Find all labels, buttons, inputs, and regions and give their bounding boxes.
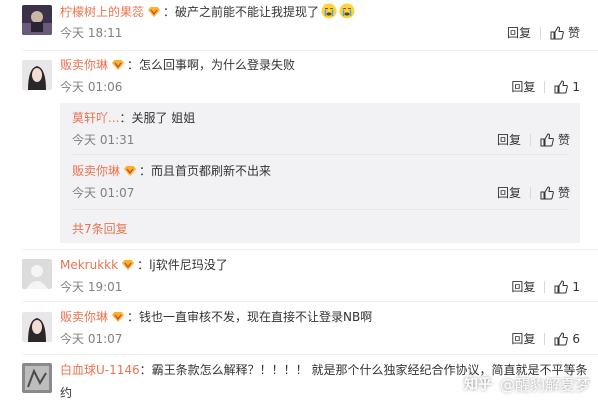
divider xyxy=(22,50,598,51)
like-count: 6 xyxy=(572,332,580,346)
reply-time: 今天 01:07 xyxy=(72,186,135,200)
reply-button[interactable]: 回复 xyxy=(497,185,521,201)
username-link[interactable]: 贩卖你琳 xyxy=(60,310,108,324)
vip-badge-icon xyxy=(111,311,125,323)
reply-button[interactable]: 回复 xyxy=(511,331,535,347)
like-label: 赞 xyxy=(557,186,570,200)
like-button[interactable]: 赞 xyxy=(540,185,570,201)
like-button[interactable]: 6 xyxy=(554,331,580,347)
comment-text-continued: 约 xyxy=(60,386,73,400)
crying-face-emoji-icon xyxy=(321,3,337,19)
reply-time: 今天 01:31 xyxy=(72,133,135,147)
crying-face-emoji-icon xyxy=(339,3,355,19)
divider xyxy=(72,209,568,210)
watermark-text: @醒豹解夏梦 xyxy=(499,375,590,394)
divider xyxy=(529,134,531,146)
like-button[interactable]: 赞 xyxy=(540,132,570,148)
avatar[interactable] xyxy=(22,60,52,90)
vip-badge-icon xyxy=(111,59,125,71)
like-count: 1 xyxy=(572,80,580,94)
divider xyxy=(544,281,546,293)
divider xyxy=(72,154,568,155)
thumbs-up-icon xyxy=(550,26,564,40)
thumbs-up-icon xyxy=(554,280,569,294)
vip-badge-icon xyxy=(123,165,137,177)
comment-item: 贩卖你琳 ：钱也一直审核不发，现在直接不让登录NB啊 今天 01:07 回复 6 xyxy=(0,304,598,354)
reply-text: 关服了 姐姐 xyxy=(131,111,196,125)
avatar[interactable] xyxy=(22,5,52,35)
vip-badge-icon xyxy=(147,6,161,18)
like-button[interactable]: 1 xyxy=(554,279,580,295)
avatar[interactable] xyxy=(22,259,52,289)
divider xyxy=(539,27,541,39)
comment-text: 破产之前能不能让我提现了 xyxy=(175,5,320,19)
vip-badge-icon xyxy=(121,259,135,271)
comment-time: 今天 01:06 xyxy=(60,80,123,94)
reply-list: 莫轩吖...：关服了 姐姐 今天 01:31 回复 赞 贩卖你琳 ：而且首页都刷新… xyxy=(60,103,580,243)
username-link[interactable]: 贩卖你琳 xyxy=(60,58,108,72)
like-button[interactable]: 赞 xyxy=(550,25,580,41)
divider xyxy=(544,81,546,93)
divider xyxy=(22,301,598,302)
comment-time: 今天 01:07 xyxy=(60,332,123,346)
comment-time: 今天 19:01 xyxy=(60,280,123,294)
comment-text: lj软件尼玛没了 xyxy=(149,258,228,272)
comment-item: 柠檬树上的果蕊 ：破产之前能不能让我提现了 今天 18:11 回复 赞 xyxy=(0,0,598,48)
reply-text: 而且首页都刷新不出来 xyxy=(151,164,272,178)
comment-time: 今天 18:11 xyxy=(60,26,123,40)
comment-text: 钱也一直审核不发，现在直接不让登录NB啊 xyxy=(139,310,373,324)
like-button[interactable]: 1 xyxy=(554,79,580,95)
username-link[interactable]: 莫轩吖... xyxy=(72,111,119,125)
avatar[interactable] xyxy=(22,312,52,342)
reply-item: 贩卖你琳 ：而且首页都刷新不出来 今天 01:07 回复 赞 xyxy=(72,164,570,201)
reply-button[interactable]: 回复 xyxy=(497,132,521,148)
reply-button[interactable]: 回复 xyxy=(511,79,535,95)
thumbs-up-icon xyxy=(540,133,554,147)
comment-item: Mekrukkk ：lj软件尼玛没了 今天 19:01 回复 1 xyxy=(0,252,598,300)
divider xyxy=(529,187,531,199)
watermark: 知乎 @醒豹解夏梦 xyxy=(464,370,590,398)
reply-button[interactable]: 回复 xyxy=(511,279,535,295)
more-replies-link[interactable]: 共7条回复 xyxy=(72,220,128,237)
reply-button[interactable]: 回复 xyxy=(507,25,531,41)
thumbs-up-icon xyxy=(554,80,569,94)
divider xyxy=(22,249,598,250)
divider xyxy=(544,333,546,345)
username-link[interactable]: 贩卖你琳 xyxy=(72,164,120,178)
like-count: 1 xyxy=(572,280,580,294)
username-link[interactable]: Mekrukkk xyxy=(60,258,118,272)
username-link[interactable]: 柠檬树上的果蕊 xyxy=(60,5,144,19)
like-label: 赞 xyxy=(557,133,570,147)
zhihu-logo: 知乎 xyxy=(463,377,492,393)
reply-item: 莫轩吖...：关服了 姐姐 今天 01:31 回复 赞 xyxy=(72,111,570,148)
comment-text: 怎么回事啊，为什么登录失败 xyxy=(139,58,296,72)
thumbs-up-icon xyxy=(540,186,554,200)
thumbs-up-icon xyxy=(554,332,569,346)
divider xyxy=(22,354,598,355)
username-link[interactable]: 白血球U-1146 xyxy=(60,363,140,377)
avatar[interactable] xyxy=(22,363,52,393)
like-label: 赞 xyxy=(567,26,580,40)
